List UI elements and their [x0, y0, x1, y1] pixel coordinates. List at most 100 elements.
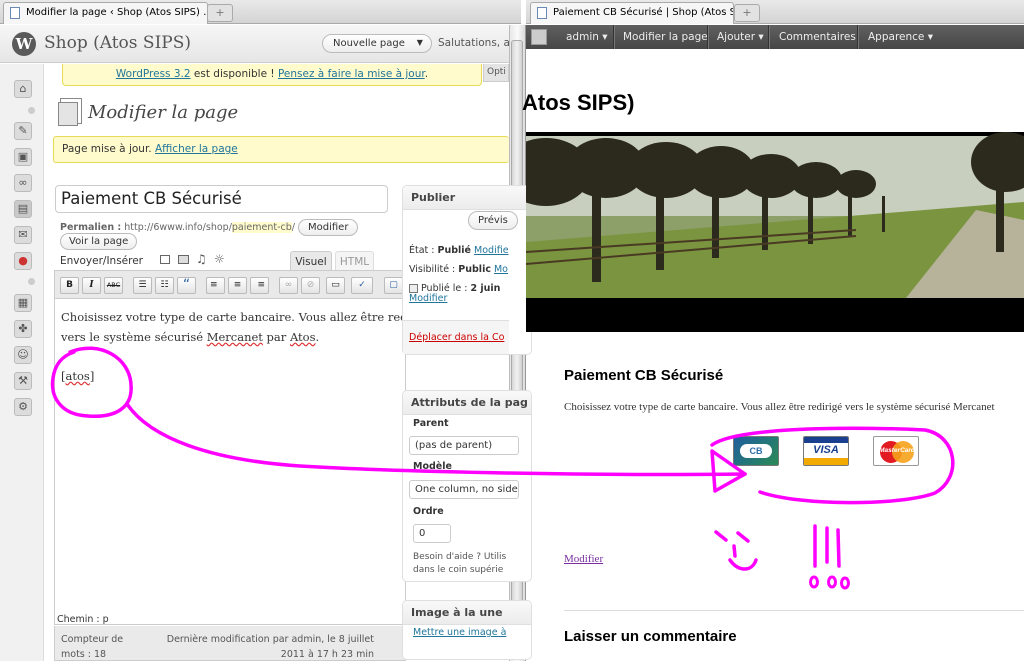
tab-visual[interactable]: Visuel: [290, 251, 332, 271]
update-notice: WordPress 3.2 est disponible ! Pensez à …: [62, 64, 482, 86]
publish-box-title[interactable]: Publier: [403, 186, 531, 210]
exclamation-dot: [809, 575, 819, 589]
wp-admin-header: W Shop (Atos SIPS) Nouvelle page ▼ Salut…: [0, 25, 509, 63]
site-header-title[interactable]: Atos SIPS): [522, 90, 634, 116]
users-icon[interactable]: ☺: [14, 346, 32, 364]
editor-content[interactable]: Choisissez votre type de carte bancaire.…: [61, 307, 405, 386]
chevron-down-icon[interactable]: ▼: [417, 38, 423, 47]
template-select[interactable]: One column, no side: [409, 480, 519, 499]
left-tab-title: Modifier la page ‹ Shop (Atos SIPS) …: [26, 7, 208, 18]
order-input[interactable]: 0: [413, 524, 451, 543]
left-browser-tab[interactable]: Modifier la page ‹ Shop (Atos SIPS) …: [3, 2, 208, 24]
screen-options-tab[interactable]: Opti: [483, 64, 509, 82]
mastercard-card-button[interactable]: MasterCard: [873, 436, 919, 466]
exclamation-dot: [827, 575, 837, 589]
user-greeting: Salutations, a: [438, 37, 509, 49]
align-center-button[interactable]: ≡: [228, 277, 247, 294]
content-mercanet: Mercanet: [206, 330, 263, 344]
saved-notice-text: Page mise à jour.: [62, 143, 155, 155]
add-audio-icon[interactable]: ♫: [196, 252, 207, 266]
permalink-base: http://6www.info/shop/: [124, 222, 232, 233]
word-count-line1: Compteur de: [61, 634, 124, 645]
blockquote-button[interactable]: “: [177, 277, 196, 294]
add-video-icon[interactable]: [178, 255, 189, 264]
comments-icon[interactable]: ✉: [14, 226, 32, 244]
page-heading-icon: [58, 102, 78, 126]
edit-date-link[interactable]: Modifier: [409, 293, 447, 304]
more-tag-button[interactable]: ▭: [326, 277, 345, 294]
wordpress-version-link[interactable]: WordPress 3.2: [116, 68, 191, 80]
bold-button[interactable]: B: [60, 277, 79, 294]
bullet-list-button[interactable]: ☰: [133, 277, 152, 294]
dashboard-icon[interactable]: ⌂: [14, 80, 32, 98]
edit-link[interactable]: Modifier: [564, 553, 603, 565]
pages-icon[interactable]: ▤: [14, 200, 32, 218]
appearance-icon[interactable]: ▦: [14, 294, 32, 312]
help-text: Besoin d'aide ? Utilis dans le coin supé…: [413, 551, 506, 577]
edit-visibility-link[interactable]: Mo: [494, 264, 508, 275]
update-link[interactable]: Pensez à faire la mise à jour: [278, 68, 425, 80]
content-text: par: [262, 330, 290, 344]
featured-image-title[interactable]: Image à la une: [403, 601, 531, 625]
entry-title: Paiement CB Sécurisé: [564, 367, 724, 384]
content-atos: Atos: [289, 330, 316, 344]
status-row: État : Publié Modifie: [409, 245, 509, 256]
add-menu[interactable]: Ajouter ▾: [717, 31, 764, 43]
page-heading: Modifier la page: [88, 102, 239, 123]
numbered-list-button[interactable]: ☷: [155, 277, 174, 294]
avatar[interactable]: [531, 29, 547, 45]
edit-page-menu[interactable]: Modifier la page: [623, 31, 708, 43]
menu-separator: [28, 278, 35, 285]
new-tab-button[interactable]: +: [734, 4, 760, 22]
visibility-row: Visibilité : Public Mo: [409, 264, 508, 275]
site-title[interactable]: Shop (Atos SIPS): [44, 33, 191, 53]
move-to-trash-link[interactable]: Déplacer dans la Co: [409, 332, 504, 343]
separator: [707, 25, 708, 49]
new-page-button[interactable]: Nouvelle page ▼: [322, 34, 432, 53]
unlink-button[interactable]: ⊘: [301, 277, 320, 294]
last-modified: Dernière modification par admin, le 8 ju…: [160, 632, 374, 662]
spellcheck-button[interactable]: ✓: [351, 277, 373, 294]
edit-permalink-button[interactable]: Modifier: [298, 219, 359, 236]
link-button[interactable]: ∞: [279, 277, 298, 294]
comments-menu[interactable]: Commentaires: [779, 31, 856, 43]
view-page-link[interactable]: Afficher la page: [155, 143, 238, 155]
edit-status-link[interactable]: Modifie: [474, 245, 509, 256]
align-right-button[interactable]: ≡: [250, 277, 269, 294]
appearance-menu[interactable]: Apparence ▾: [868, 31, 933, 43]
add-image-icon[interactable]: [160, 255, 170, 264]
visa-card-button[interactable]: VISA: [803, 436, 849, 466]
cb-card-button[interactable]: CB: [733, 436, 779, 466]
feedback-icon[interactable]: ●: [14, 252, 32, 270]
tools-icon[interactable]: ⚒: [14, 372, 32, 390]
add-media-icon[interactable]: ☼: [214, 252, 225, 266]
permalink-slug[interactable]: paiement-cb: [231, 222, 292, 233]
links-icon[interactable]: ∞: [14, 174, 32, 192]
new-tab-button[interactable]: +: [207, 4, 233, 22]
shortcode-bracket: ]: [89, 369, 95, 383]
align-left-button[interactable]: ≡: [206, 277, 225, 294]
italic-button[interactable]: I: [82, 277, 101, 294]
exclamation-dot: [840, 576, 850, 590]
right-browser-tab[interactable]: Paiement CB Sécurisé | Shop (Atos S…: [530, 2, 734, 24]
post-title-input[interactable]: Paiement CB Sécurisé: [55, 185, 388, 213]
content-line-2: vers le système sécurisé Mercanet par At…: [61, 327, 405, 347]
preview-button[interactable]: Prévis: [468, 211, 518, 230]
shortcode-name: atos: [65, 369, 90, 383]
parent-select[interactable]: (pas de parent): [409, 436, 519, 455]
content-text: .: [315, 330, 320, 344]
set-featured-image-link[interactable]: Mettre une image à: [413, 627, 506, 638]
page-attributes-title[interactable]: Attributs de la pag: [403, 391, 531, 415]
exclamation-marks-icon: [813, 524, 841, 568]
fullscreen-button[interactable]: ▢: [384, 277, 403, 294]
plugins-icon[interactable]: ✤: [14, 320, 32, 338]
posts-pin-icon[interactable]: ✎: [14, 122, 32, 140]
admin-menu[interactable]: admin ▾: [566, 31, 608, 43]
strikethrough-button[interactable]: ABC: [104, 277, 123, 294]
settings-icon[interactable]: ⚙: [14, 398, 32, 416]
permalink-row: Permalien : http://6www.info/shop/paieme…: [60, 222, 295, 233]
view-page-button[interactable]: Voir la page: [60, 233, 138, 250]
permalink-label: Permalien :: [60, 222, 122, 233]
tab-html[interactable]: HTML: [335, 251, 374, 271]
media-icon[interactable]: ▣: [14, 148, 32, 166]
